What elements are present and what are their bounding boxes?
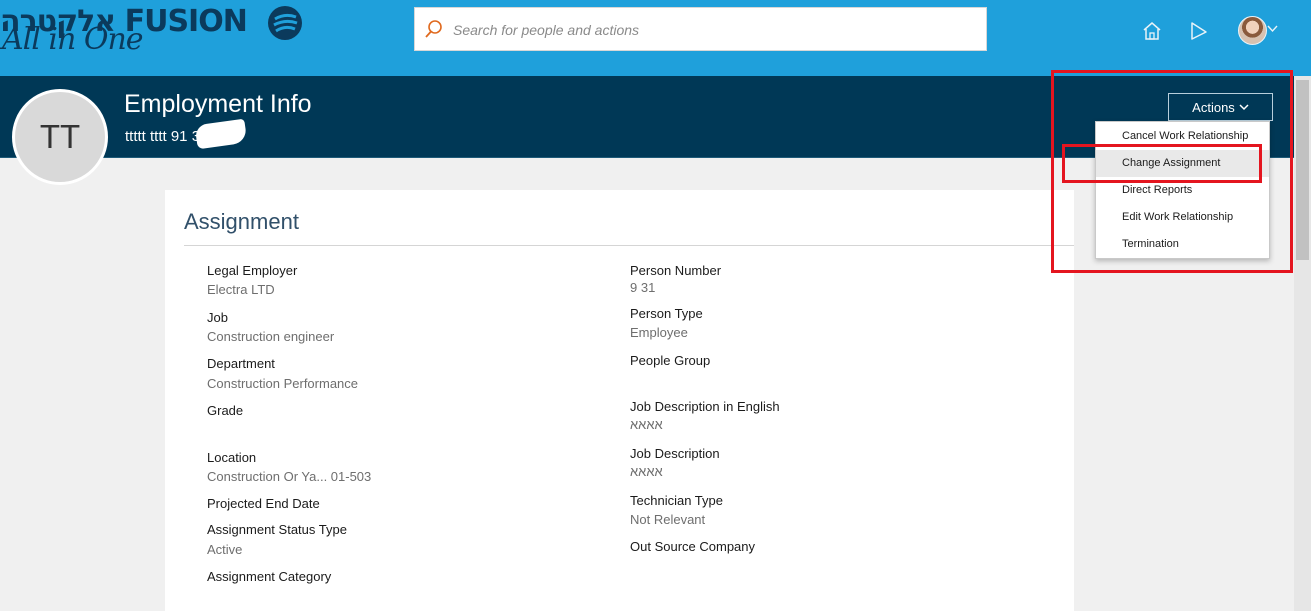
logo-text: אלקטרה FUSION (0, 4, 248, 39)
field-value: Construction Performance (207, 376, 359, 391)
menu-item-edit-work-relationship[interactable]: Edit Work Relationship (1096, 204, 1269, 231)
field-label: Person Number (630, 263, 722, 278)
field-label: People Group (630, 353, 711, 368)
actions-menu: Cancel Work Relationship Change Assignme… (1095, 121, 1270, 259)
assignment-card: Assignment Legal Employer Electra LTD Jo… (165, 190, 1074, 611)
global-search[interactable] (414, 7, 987, 52)
field-value: Construction engineer (207, 329, 335, 344)
field-label: Out Source Company (630, 539, 756, 554)
field-value: 9 31 (630, 280, 656, 295)
actions-label: Actions (1192, 99, 1235, 115)
field-label: Person Type (630, 306, 703, 321)
field-label: Department (207, 356, 275, 371)
menu-item-termination[interactable]: Termination (1096, 231, 1269, 258)
field-label: Technician Type (630, 493, 723, 508)
menu-item-cancel-work-relationship[interactable]: Cancel Work Relationship (1096, 123, 1269, 150)
logo-emblem-icon (268, 6, 302, 40)
search-input[interactable] (451, 8, 975, 52)
field-label: Assignment Status Type (207, 522, 347, 537)
field-value: Employee (630, 325, 688, 340)
field-value: אאאא (630, 417, 663, 432)
navigator-icon[interactable] (1187, 20, 1209, 42)
actions-button[interactable]: Actions (1168, 93, 1273, 121)
field-value: Active (207, 542, 243, 557)
menu-item-change-assignment[interactable]: Change Assignment (1096, 150, 1269, 177)
field-value: Construction Or Ya... 01-503 (207, 469, 372, 484)
home-icon[interactable] (1141, 20, 1163, 42)
page-title: Employment Info (124, 90, 312, 118)
divider (184, 245, 1074, 246)
menu-item-direct-reports[interactable]: Direct Reports (1096, 177, 1269, 204)
field-label: Location (207, 450, 257, 465)
field-label: Job (207, 310, 228, 325)
person-avatar: TT (12, 89, 108, 185)
search-icon (425, 20, 442, 38)
field-label: Job Description (630, 446, 720, 461)
section-title: Assignment (184, 209, 299, 234)
scrollbar-thumb[interactable] (1296, 80, 1309, 260)
top-header: All in One אלקטרה FUSION (0, 0, 1311, 76)
field-label: Job Description in English (630, 399, 780, 414)
chevron-down-icon[interactable] (1267, 25, 1278, 33)
field-value: Electra LTD (207, 282, 275, 297)
field-label: Legal Employer (207, 263, 298, 278)
field-label: Assignment Category (207, 569, 332, 584)
field-label: Grade (207, 403, 244, 418)
field-value: אאאא (630, 464, 663, 479)
company-logo[interactable]: All in One אלקטרה FUSION (0, 0, 310, 60)
field-label: Projected End Date (207, 496, 320, 511)
user-avatar[interactable] (1238, 16, 1267, 45)
chevron-down-icon (1239, 103, 1249, 110)
field-value: Not Relevant (630, 512, 706, 527)
